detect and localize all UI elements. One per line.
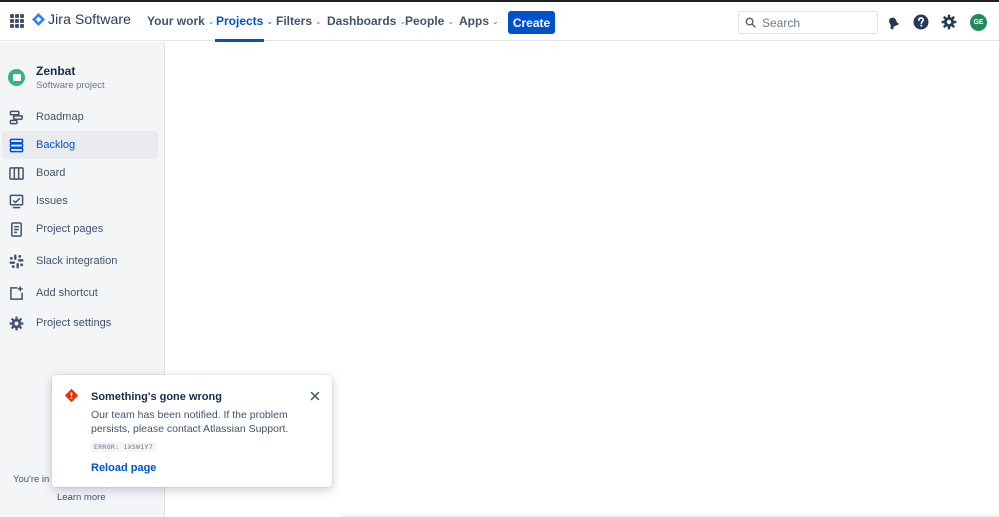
settings-icon[interactable]: [941, 14, 957, 30]
sidebar-item-board[interactable]: Board: [2, 159, 158, 187]
create-button[interactable]: Create: [508, 11, 555, 34]
add-shortcut-icon: [9, 285, 24, 301]
project-type: Software project: [36, 80, 105, 91]
sidebar-item-label: Issues: [36, 195, 68, 207]
nav-filters[interactable]: Filters ⌄: [276, 14, 322, 28]
project-header[interactable]: Zenbat Software project: [8, 64, 105, 91]
sidebar-item-slack-integration[interactable]: Slack integration: [2, 247, 158, 275]
sidebar-item-roadmap[interactable]: Roadmap: [2, 103, 158, 131]
learn-more-link[interactable]: Learn more: [57, 492, 106, 503]
sidebar-item-backlog[interactable]: Backlog: [2, 131, 158, 159]
top-navigation: Jira Software Your work ⌄ Projects ⌄ Filte…: [0, 2, 999, 42]
sidebar-item-issues[interactable]: Issues: [2, 187, 158, 215]
notifications-icon[interactable]: [885, 14, 901, 30]
search-input[interactable]: [762, 15, 872, 30]
chevron-down-icon: ⌄: [266, 16, 274, 26]
nav-label: Dashboards: [327, 14, 397, 28]
product-name: Jira Software: [48, 11, 131, 27]
nav-apps[interactable]: Apps ⌄: [459, 14, 499, 28]
slack-icon: [9, 253, 24, 269]
error-code: ERROR: 1XSW1Y7: [91, 442, 156, 452]
close-icon[interactable]: [309, 390, 321, 402]
chevron-down-icon: ⌄: [315, 16, 322, 26]
error-title: Something's gone wrong: [91, 391, 222, 403]
help-icon[interactable]: [913, 14, 929, 30]
chevron-down-icon: ⌄: [492, 16, 499, 26]
nav-projects[interactable]: Projects ⌄: [216, 14, 273, 28]
sidebar-footer-text: You're in a: [13, 474, 58, 485]
sidebar-item-label: Roadmap: [36, 111, 84, 123]
chevron-down-icon: ⌄: [447, 16, 455, 26]
roadmap-icon: [9, 110, 24, 125]
search-icon: [745, 17, 756, 28]
sidebar-item-label: Project pages: [36, 223, 104, 235]
user-avatar[interactable]: GE: [970, 14, 987, 31]
error-message: Our team has been notified. If the probl…: [91, 409, 289, 435]
project-avatar-icon: [8, 69, 25, 86]
gear-icon: [9, 316, 24, 331]
nav-label: Your work: [147, 14, 205, 28]
jira-logo-icon: [32, 12, 45, 26]
error-flag: Something's gone wrong Our team has been…: [52, 375, 332, 487]
sidebar-item-project-settings[interactable]: Project settings: [2, 309, 158, 337]
nav-label: Projects: [216, 14, 264, 28]
nav-label: People: [405, 14, 445, 28]
app-switcher-icon[interactable]: [10, 14, 24, 28]
chevron-down-icon: ⌄: [207, 16, 215, 26]
sidebar-item-label: Add shortcut: [36, 287, 98, 299]
reload-page-link[interactable]: Reload page: [91, 462, 156, 474]
sidebar-item-label: Project settings: [36, 317, 112, 329]
sidebar-item-project-pages[interactable]: Project pages: [2, 215, 158, 243]
nav-your-work[interactable]: Your work ⌄: [147, 14, 215, 28]
nav-label: Apps: [459, 14, 489, 28]
nav-dashboards[interactable]: Dashboards ⌄: [327, 14, 406, 28]
backlog-icon: [9, 138, 24, 153]
error-icon: [65, 389, 78, 402]
product-logo[interactable]: Jira Software: [32, 11, 131, 27]
sidebar-item-label: Slack integration: [36, 255, 118, 267]
scroll-shadow: [340, 512, 999, 517]
sidebar-item-add-shortcut[interactable]: Add shortcut: [2, 279, 158, 307]
issues-icon: [9, 194, 24, 209]
sidebar-item-label: Board: [36, 167, 66, 179]
nav-people[interactable]: People ⌄: [405, 14, 454, 28]
search-box[interactable]: [738, 11, 878, 34]
sidebar-item-label: Backlog: [36, 139, 76, 151]
project-name: Zenbat: [36, 64, 76, 78]
pages-icon: [9, 221, 24, 237]
nav-label: Filters: [276, 14, 313, 28]
board-icon: [9, 166, 24, 181]
